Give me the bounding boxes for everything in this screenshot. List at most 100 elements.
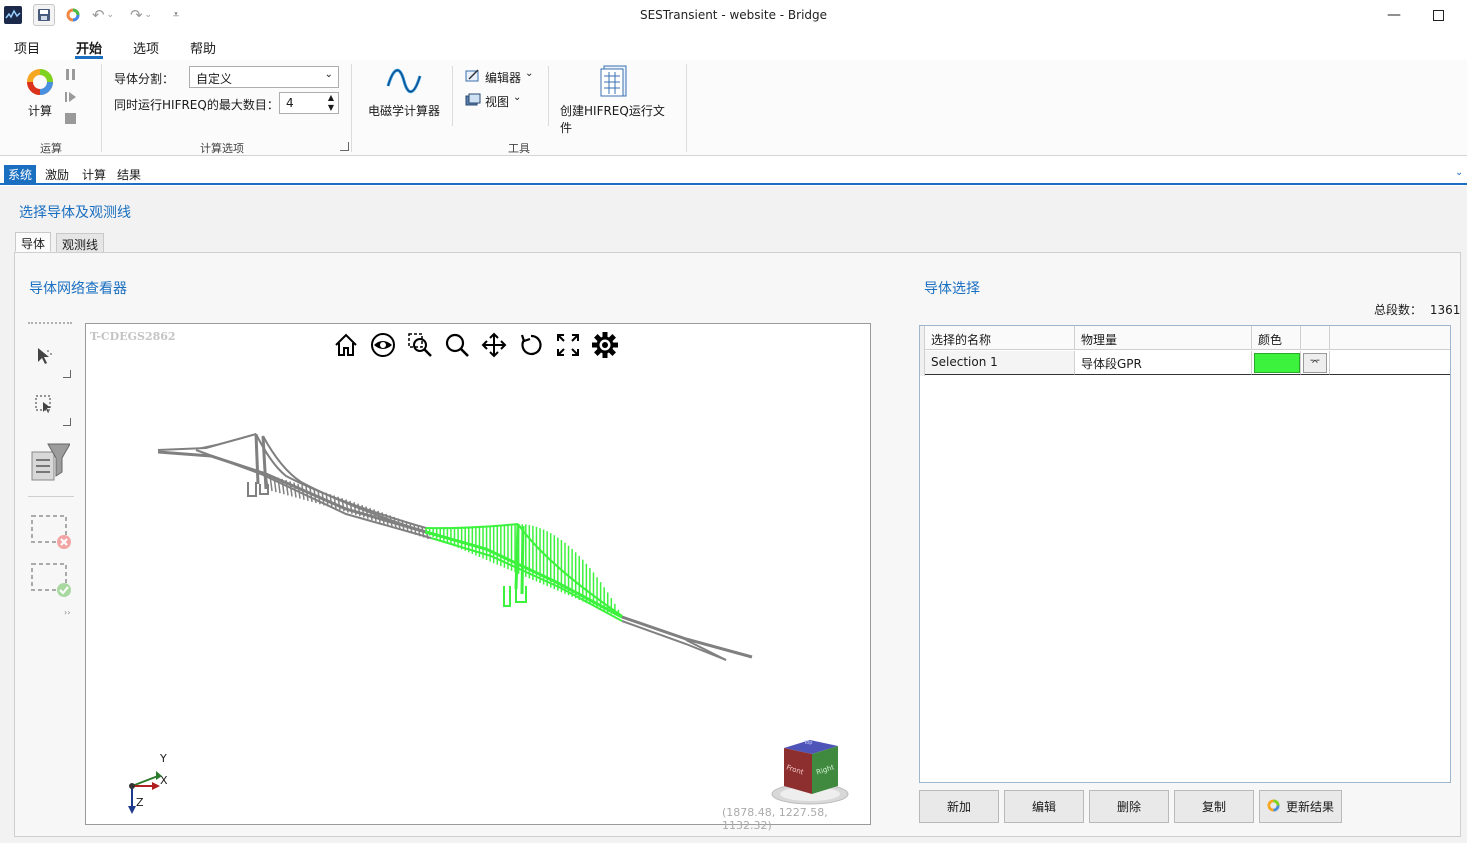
table-row-color-picker[interactable]: ⌤ xyxy=(1301,351,1330,375)
box-select-more-icon[interactable] xyxy=(63,418,71,426)
add-button[interactable]: 新加 xyxy=(919,790,999,823)
copy-button[interactable]: 复制 xyxy=(1174,790,1254,823)
column-header-quantity[interactable]: 物理量 xyxy=(1075,326,1252,350)
subtab-conductor[interactable]: 导体 xyxy=(15,232,52,252)
toolbar-divider xyxy=(28,496,74,497)
tab-results[interactable]: 结果 xyxy=(113,165,145,183)
filter-list-icon[interactable] xyxy=(30,442,71,487)
subtab-observation-line[interactable]: 观测线 xyxy=(56,233,105,253)
group-label-tools: 工具 xyxy=(508,142,530,155)
menu-help[interactable]: 帮助 xyxy=(190,38,216,57)
axis-y-label: Y xyxy=(160,752,167,765)
box-select-icon[interactable] xyxy=(34,394,54,417)
conductor-split-label: 导体分割： xyxy=(114,72,175,86)
hifreq-file-icon xyxy=(600,64,628,101)
bridge-green-span-main xyxy=(425,523,623,622)
em-calculator-label: 电磁学计算器 xyxy=(368,104,441,118)
view-cube[interactable]: Top Front Right xyxy=(766,736,856,808)
toolbar-grip xyxy=(28,322,72,325)
stop-icon[interactable] xyxy=(64,112,78,126)
max-runs-label: 同时运行HIFREQ的最大数目： xyxy=(114,98,279,112)
pointer-select-icon[interactable] xyxy=(34,346,54,369)
table-row-name[interactable]: Selection 1 xyxy=(925,351,1075,375)
max-runs-value: 4 xyxy=(286,96,294,110)
spin-down-icon[interactable]: ▼ xyxy=(328,103,334,112)
color-picker-button[interactable]: ⌤ xyxy=(1303,353,1327,373)
sine-wave-icon xyxy=(386,64,422,101)
pause-icon[interactable] xyxy=(64,68,78,82)
editor-icon xyxy=(465,69,481,86)
table-row-filler xyxy=(1330,351,1450,375)
tab-excitation[interactable]: 激励 xyxy=(41,165,73,183)
ribbon-separator xyxy=(101,64,102,152)
update-results-label: 更新结果 xyxy=(1285,800,1334,814)
ribbon-separator xyxy=(351,64,352,152)
view-label: 视图 xyxy=(485,95,510,109)
column-header-filler xyxy=(1330,326,1450,350)
bridge-gray-hangers-left xyxy=(265,473,429,540)
column-header-color[interactable]: 颜色 xyxy=(1252,326,1301,350)
maximize-button[interactable] xyxy=(1424,4,1452,26)
chevron-down-icon: ⌄ xyxy=(525,68,534,79)
menu-project[interactable]: 项目 xyxy=(14,38,40,57)
compute-button[interactable]: 计算 xyxy=(22,66,58,118)
edit-button-label: 编辑 xyxy=(1031,800,1056,814)
ribbon-separator xyxy=(548,66,549,126)
apply-selection-icon[interactable] xyxy=(30,562,74,601)
create-hifreq-button[interactable]: 创建HIFREQ运行文件 xyxy=(558,64,676,135)
selection-title: 导体选择 xyxy=(924,281,980,297)
editor-label: 编辑器 xyxy=(485,71,522,85)
ribbon-separator xyxy=(452,66,453,126)
axis-x-label: X xyxy=(160,774,168,787)
selection-grid: 选择的名称 物理量 颜色 Selection 1 导体段GPR ⌤ xyxy=(919,325,1451,783)
table-row-quantity[interactable]: 导体段GPR xyxy=(1075,351,1252,375)
clear-selection-icon[interactable] xyxy=(30,514,74,553)
document-tabs: 系统 激励 计算 结果 ⌄ xyxy=(0,165,1467,185)
tabs-expand-icon[interactable]: ⌄ xyxy=(1455,167,1463,178)
total-segments-label: 总段数： xyxy=(1374,303,1423,317)
title-bar: ↶ ⌄ ↷ ⌄ ⩡ SESTransient - website - Bridge … xyxy=(0,0,1467,32)
view-button[interactable]: 视图 ⌄ xyxy=(465,92,525,110)
axis-triad: Y X Z xyxy=(116,752,176,816)
add-button-label: 新加 xyxy=(946,800,971,814)
group-label-calc-options: 计算选项 xyxy=(200,142,244,155)
edit-button[interactable]: 编辑 xyxy=(1004,790,1084,823)
update-results-button[interactable]: 更新结果 xyxy=(1259,790,1342,823)
minimize-button[interactable]: — xyxy=(1380,4,1408,26)
menu-options[interactable]: 选项 xyxy=(133,38,159,57)
bridge-gray-span-right xyxy=(621,615,753,661)
ribbon-separator xyxy=(686,64,687,152)
axis-z-label: Z xyxy=(136,796,144,809)
dialog-launcher-icon[interactable] xyxy=(340,142,349,151)
viewer-title: 导体网络查看器 xyxy=(29,281,127,297)
group-label-run: 运算 xyxy=(40,142,62,155)
tab-system[interactable]: 系统 xyxy=(4,165,37,183)
column-header-name[interactable]: 选择的名称 xyxy=(925,326,1075,350)
max-runs-spinner[interactable]: 4 ▲ ▼ xyxy=(279,92,339,114)
spin-up-icon[interactable]: ▲ xyxy=(328,93,334,102)
pointer-select-more-icon[interactable] xyxy=(63,370,71,378)
compute-icon xyxy=(26,68,54,99)
editor-button[interactable]: 编辑器 ⌄ xyxy=(465,68,537,86)
em-calculator-button[interactable]: 电磁学计算器 xyxy=(366,64,442,118)
toolbar-overflow-icon[interactable]: ›› xyxy=(64,608,70,617)
page-title: 选择导体及观测线 xyxy=(19,205,131,221)
menu-start[interactable]: 开始 xyxy=(76,38,102,57)
table-row-color[interactable] xyxy=(1252,351,1301,375)
step-icon[interactable] xyxy=(64,90,78,104)
column-header-extra xyxy=(1301,326,1330,350)
viewer-coordinates: (1878.48, 1227.58, 1132.32) xyxy=(722,806,828,832)
create-hifreq-label: 创建HIFREQ运行文件 xyxy=(560,104,665,135)
tab-calculation[interactable]: 计算 xyxy=(78,165,110,183)
delete-button[interactable]: 删除 xyxy=(1089,790,1169,823)
compute-label: 计算 xyxy=(28,104,53,118)
ribbon: 计算 运算 导体分割： 自定义 ⌄ 同时运行HIFREQ的最大数目： 4 ▲ ▼… xyxy=(0,60,1467,156)
conductor-split-select[interactable]: 自定义 ⌄ xyxy=(189,66,339,88)
viewer-toolbar: ›› xyxy=(26,318,76,618)
cube-top-label: Top xyxy=(804,740,813,746)
bridge-model[interactable] xyxy=(86,324,870,824)
view-icon xyxy=(465,93,481,110)
conductor-viewer-canvas[interactable]: T-CDEGS2862 Y X Z Top Front Right (1878.… xyxy=(85,323,871,832)
color-swatch[interactable] xyxy=(1254,353,1300,373)
menu-active-underline xyxy=(75,56,103,59)
